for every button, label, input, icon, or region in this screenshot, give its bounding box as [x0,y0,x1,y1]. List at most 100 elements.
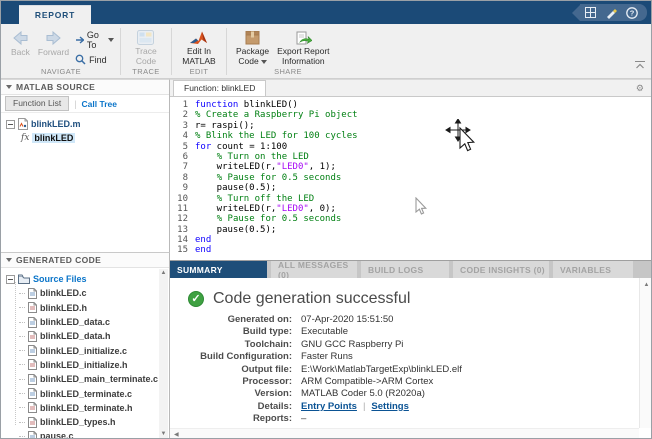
tree-item-blinkled-m[interactable]: blinkLED.m [6,117,169,131]
annotate-icon[interactable] [605,7,617,19]
find-button[interactable]: Find [75,54,114,65]
section-label-edit: EDIT [173,67,225,76]
trace-code-icon [137,30,154,45]
generated-code-header[interactable]: GENERATED CODE [1,253,169,268]
back-label: Back [11,48,30,58]
tree-expander-icon[interactable] [6,120,15,129]
m-file-icon [18,118,28,130]
tab-call-tree[interactable]: Call Tree [82,99,117,109]
generated-file-item[interactable]: blinkLED_data.h [19,329,169,343]
caret-down-icon [108,38,114,42]
collapse-ribbon-icon[interactable] [634,56,646,74]
layout-grid-icon[interactable] [584,7,596,19]
package-box-icon [244,30,261,45]
tree-connector [19,293,25,294]
forward-button[interactable]: Forward [34,28,73,60]
goto-button[interactable]: Go To [75,30,114,50]
report-tab-summary[interactable]: SUMMARY [170,261,267,278]
generated-file-item[interactable]: blinkLED_main_terminate.c [19,372,169,386]
code-editor[interactable]: 1function blinkLED()2% Create a Raspberr… [170,97,652,256]
find-label: Find [89,55,107,65]
tab-report[interactable]: REPORT [19,5,91,24]
code-line: 2% Create a Raspberry Pi object [170,110,652,120]
summary-hscrollbar[interactable]: ◀ [170,428,639,439]
tree-item-blinkled-fn[interactable]: fx blinkLED [21,131,169,145]
report-tab-code-insights[interactable]: CODE INSIGHTS (0) [453,261,549,278]
back-arrow-icon [11,30,29,46]
detail-link-settings[interactable]: Settings [371,401,408,413]
generated-file-item[interactable]: pause.c [19,429,169,439]
collapse-left-icon[interactable] [572,5,580,21]
matlab-source-title: MATLAB SOURCE [16,82,95,92]
generated-file-item[interactable]: blinkLED_initialize.h [19,358,169,372]
tree-expander-icon[interactable] [6,275,15,284]
matlab-logo-icon [189,30,208,45]
tree-item-label-selected: blinkLED [32,133,75,143]
code-line-text: % Pause for 0.5 seconds [195,173,341,183]
code-line-text: function blinkLED() [195,100,298,110]
code-line-number: 15 [170,245,188,255]
scroll-down-icon[interactable]: ▼ [161,431,167,437]
generated-file-item[interactable]: blinkLED_data.c [19,315,169,329]
ribbon-separator [226,28,227,75]
report-tab-variables[interactable]: VARIABLES [553,261,633,278]
tree-item-source-files[interactable]: Source Files [6,272,169,286]
report-tab-all-messages[interactable]: ALL MESSAGES (0) [271,261,357,278]
link-separator: | [363,401,365,413]
file-page-icon [28,388,37,399]
generated-file-item[interactable]: blinkLED_initialize.c [19,343,169,357]
tree-item-label: Source Files [33,274,87,284]
code-line-number: 11 [170,204,188,214]
summary-vscrollbar[interactable]: ▲ [639,278,652,428]
generated-file-item[interactable]: blinkLED_types.h [19,415,169,429]
tree-connector [19,422,25,423]
generated-file-item[interactable]: blinkLED_terminate.h [19,401,169,415]
tab-function-list[interactable]: Function List [5,96,69,111]
tree-connector [19,436,25,437]
help-icon[interactable]: ? [626,7,638,19]
edit-in-matlab-button[interactable]: Edit In MATLAB [178,28,219,68]
report-tab-build-logs[interactable]: BUILD LOGS [361,261,449,278]
ribbon-group-trace: Trace Code TRACE [122,26,170,77]
file-name: blinkLED_types.h [40,417,116,427]
code-line-text: pause(0.5); [195,225,276,235]
titlebar-controls: ? [572,4,647,21]
generated-file-item[interactable]: blinkLED.h [19,301,169,315]
matlab-source-header[interactable]: MATLAB SOURCE [1,80,169,95]
code-line: 8 % Pause for 0.5 seconds [170,173,652,183]
file-page-icon [28,374,37,385]
forward-arrow-icon [45,30,63,46]
generated-files-list: blinkLED.cblinkLED.hblinkLED_data.cblink… [6,286,169,439]
titlebar-icon-group: ? [580,4,647,21]
tab-function-blinkled[interactable]: Function: blinkLED [173,80,266,96]
folder-icon [18,274,30,284]
generated-file-item[interactable]: blinkLED_terminate.c [19,386,169,400]
section-label-navigate: NAVIGATE [3,67,119,76]
detail-value: MATLAB Coder 5.0 (R2020a) [301,388,425,400]
file-page-icon [28,417,37,428]
summary-detail-row: Build Configuration:Faster Runs [170,351,652,363]
summary-detail-row: Generated on:07-Apr-2020 15:51:50 [170,314,652,326]
tree-connector [19,364,25,365]
generated-files-scrollbar[interactable]: ▲ ▼ [159,269,168,438]
detail-link-entry-points[interactable]: Entry Points [301,401,357,413]
summary-details: Generated on:07-Apr-2020 15:51:50Build t… [170,314,652,426]
file-name: blinkLED_data.h [40,331,111,341]
scroll-up-icon[interactable]: ▲ [161,270,167,276]
trace-code-button[interactable]: Trace Code [131,28,160,68]
code-line: 11 writeLED(r,"LED0", 0); [170,204,652,214]
back-button[interactable]: Back [7,28,34,60]
generated-code-title: GENERATED CODE [16,255,101,265]
code-line-text: end [195,235,211,245]
scroll-up-icon[interactable]: ▲ [640,282,652,288]
detail-label: Processor: [170,376,292,388]
code-line: 13 pause(0.5); [170,225,652,235]
report-tabs: SUMMARYALL MESSAGES (0)BUILD LOGSCODE IN… [170,260,652,278]
generated-file-item[interactable]: blinkLED.c [19,286,169,300]
scroll-left-icon[interactable]: ◀ [174,432,179,438]
code-line-number: 12 [170,214,188,224]
find-magnifier-icon [75,54,86,65]
package-code-button[interactable]: Package Code [232,28,273,68]
export-report-button[interactable]: Export Report Information [273,28,333,68]
gear-icon[interactable]: ⚙ [636,83,644,93]
